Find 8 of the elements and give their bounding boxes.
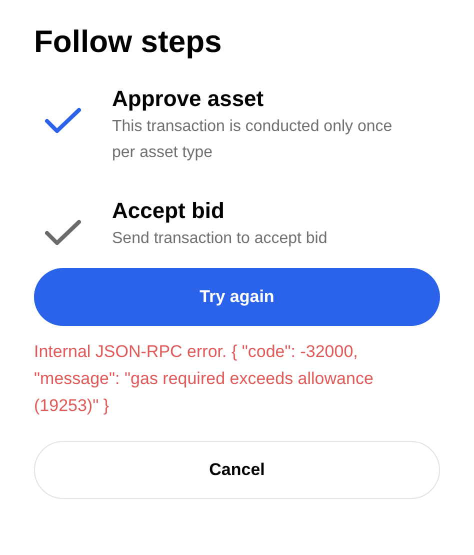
step-title: Accept bid (112, 197, 226, 225)
step-description: Send transaction to accept bid (112, 229, 328, 249)
step-description: This transaction is conducted only once per asset type (112, 117, 394, 163)
dialog-title: Follow steps (34, 23, 223, 61)
error-message: Internal JSON-RPC error. { "code": -32000, "message": "gas required exceeds allowance (19253)" } (34, 341, 374, 417)
cancel-button[interactable]: Cancel (34, 441, 440, 499)
try-again-button[interactable]: Try again (34, 268, 440, 326)
step-title: Approve asset (112, 85, 265, 113)
